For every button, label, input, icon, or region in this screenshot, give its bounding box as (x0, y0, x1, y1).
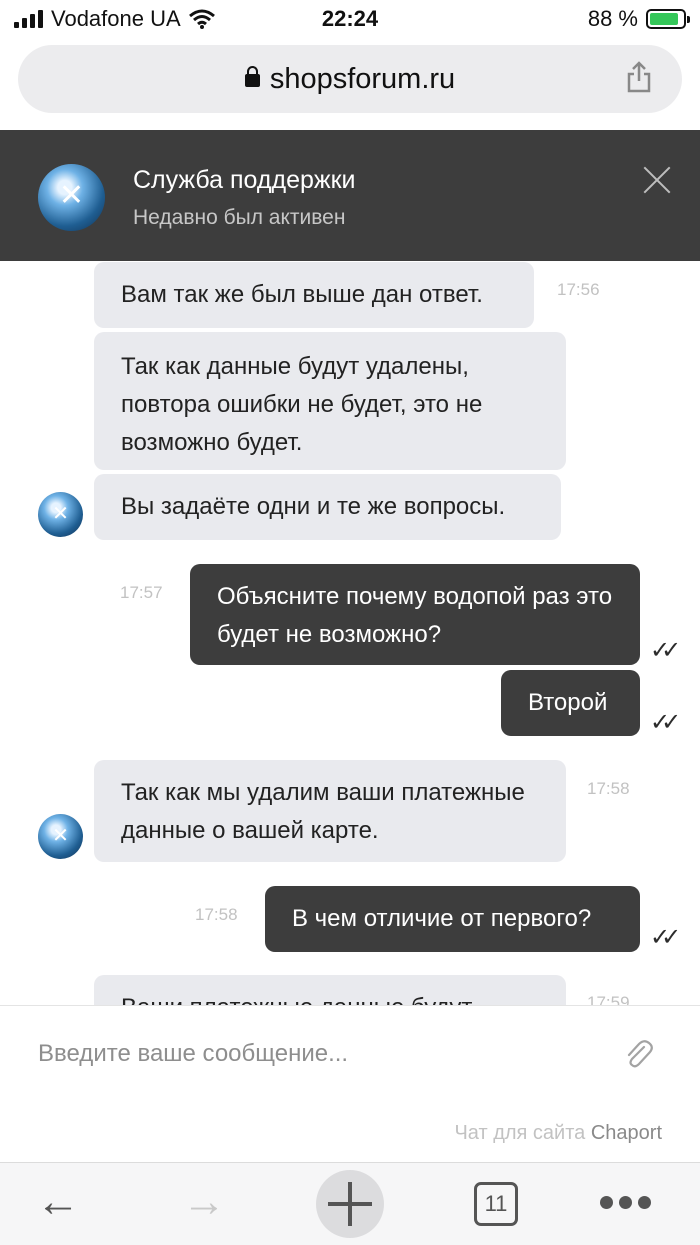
agent-avatar: ✕ (38, 164, 105, 231)
message-time: 17:58 (195, 905, 238, 924)
more-dots-icon[interactable] (600, 1196, 652, 1210)
battery-icon (646, 9, 690, 29)
support-tools-icon: ✕ (52, 825, 69, 847)
status-bar: Vodafone UA 22:24 88 % (0, 0, 700, 40)
message-time: 17:58 (587, 779, 630, 798)
message-bubble: Так как мы удалим ваши платежные данные … (94, 760, 566, 862)
message-bubble: В чем отличие от первого? (265, 886, 640, 952)
message-bubble: Ваши платежные данные будут (94, 975, 566, 1005)
double-check-icon: ✓✓ (650, 709, 681, 736)
tabs-button[interactable]: 11 (474, 1182, 518, 1226)
url-text[interactable]: shopsforum.ru (270, 63, 455, 95)
message-bubble: Объясните почему водопой раз это будет н… (190, 564, 640, 665)
close-icon[interactable] (642, 165, 672, 195)
support-tools-icon: ✕ (52, 503, 69, 525)
message-bubble: Вам так же был выше дан ответ. (94, 262, 534, 328)
message-bubble: Так как данные будут удалены, повтора ош… (94, 332, 566, 470)
message-clip: Ваши платежные данные будут 17:59 (0, 975, 700, 1005)
double-check-icon: ✓✓ (650, 924, 681, 951)
agent-name: Служба поддержки (133, 166, 356, 194)
chat-header: ✕ (0, 130, 700, 261)
share-icon[interactable] (626, 61, 652, 93)
support-tools-icon: ✕ (58, 179, 85, 212)
plus-icon[interactable] (316, 1170, 384, 1238)
message-time: 17:57 (120, 583, 163, 602)
message-bubble: Вы задаёте одни и те же вопросы. (94, 474, 561, 540)
lock-icon (244, 66, 260, 87)
forward-arrow-icon[interactable]: → (182, 1180, 226, 1224)
back-arrow-icon[interactable]: ← (36, 1180, 80, 1224)
agent-status: Недавно был активен (133, 206, 346, 229)
agent-avatar: ✕ (38, 492, 83, 537)
message-bubble: Второй (501, 670, 640, 736)
paperclip-icon[interactable] (622, 1038, 656, 1072)
double-check-icon: ✓✓ (650, 637, 681, 664)
address-bar[interactable]: shopsforum.ru (18, 45, 682, 113)
message-time: 17:59 (587, 993, 630, 1005)
powered-brand[interactable]: Chaport (591, 1122, 662, 1144)
message-input[interactable]: Введите ваше сообщение... (38, 1040, 348, 1068)
battery-percent: 88 % (587, 6, 638, 31)
powered-by: Чат для сайта Chaport (454, 1122, 662, 1145)
powered-prefix: Чат для сайта (454, 1122, 586, 1144)
agent-avatar: ✕ (38, 814, 83, 859)
message-time: 17:56 (557, 280, 600, 299)
